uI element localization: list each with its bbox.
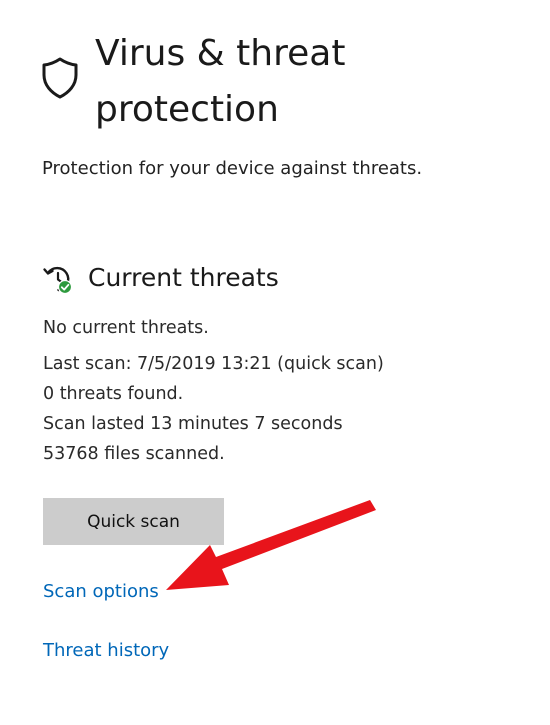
quick-scan-button[interactable]: Quick scan bbox=[43, 498, 224, 545]
threat-history-link[interactable]: Threat history bbox=[43, 637, 169, 665]
page-subtitle: Protection for your device against threa… bbox=[42, 158, 423, 179]
current-threats-status: No current threats. Last scan: 7/5/2019 … bbox=[43, 313, 384, 469]
page-title: Virus & threat protection bbox=[95, 33, 346, 130]
shield-icon bbox=[42, 57, 78, 99]
threats-found-text: 0 threats found. bbox=[43, 384, 184, 404]
threat-status-text: No current threats. bbox=[43, 318, 209, 338]
scan-duration-text: Scan lasted 13 minutes 7 seconds bbox=[43, 414, 343, 434]
current-threats-title: Current threats bbox=[88, 263, 279, 292]
clock-check-icon bbox=[43, 266, 73, 295]
files-scanned-text: 53768 files scanned. bbox=[43, 444, 225, 464]
last-scan-text: Last scan: 7/5/2019 13:21 (quick scan) bbox=[43, 354, 384, 374]
virus-threat-protection-page: Virus & threat protection Protection for… bbox=[0, 0, 550, 725]
scan-options-link[interactable]: Scan options bbox=[43, 578, 159, 606]
